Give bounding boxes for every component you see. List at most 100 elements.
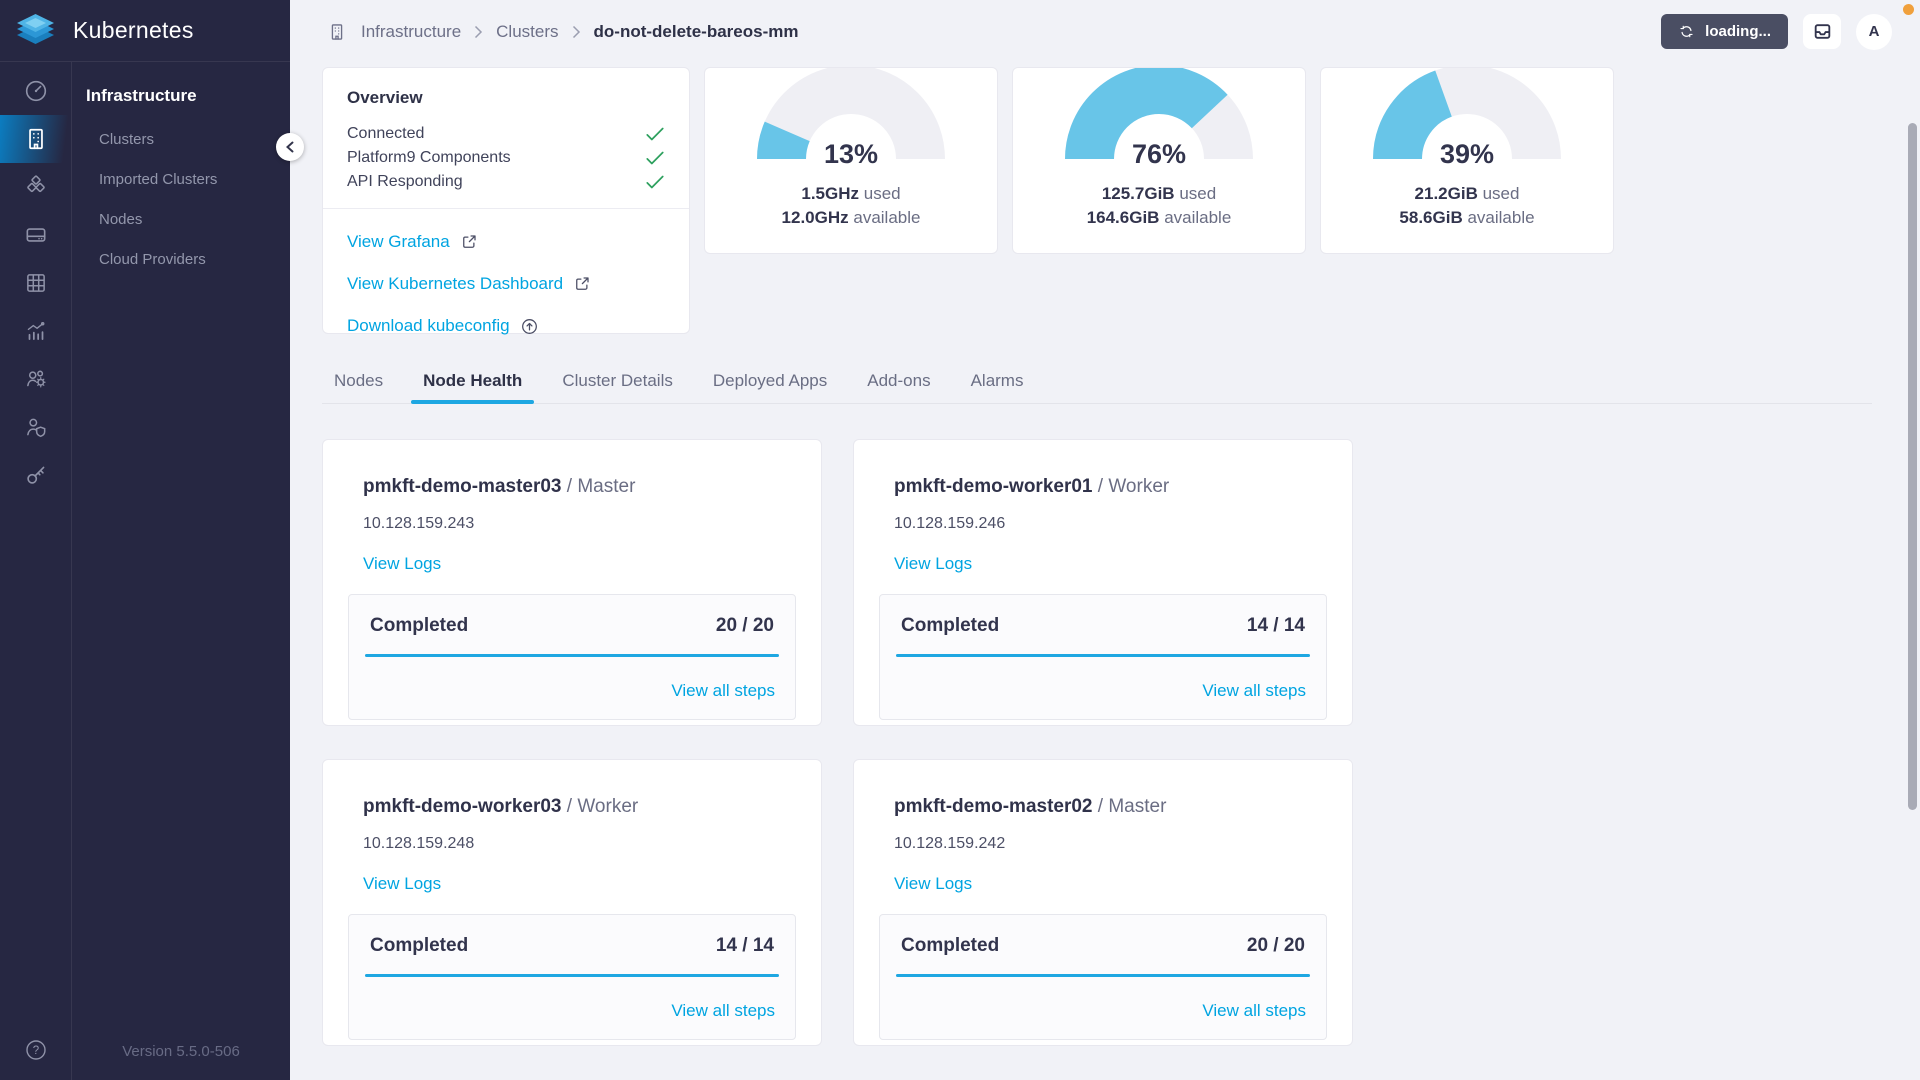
notification-dot xyxy=(1903,4,1914,15)
steps-progress-bar xyxy=(365,654,779,657)
gauge-stats: 21.2GiB used 58.6GiB available xyxy=(1321,182,1613,230)
breadcrumb-clusters[interactable]: Clusters xyxy=(496,22,558,42)
overview-check-platform9-components: Platform9 Components xyxy=(347,146,665,170)
rail-api-key-icon[interactable] xyxy=(0,451,72,499)
sidebar-collapse-button[interactable] xyxy=(276,133,304,161)
overview-check-connected: Connected xyxy=(347,122,665,146)
gauge-chart: 39% xyxy=(1372,67,1562,159)
cluster-tabs: Nodes Node Health Cluster Details Deploy… xyxy=(322,365,1872,404)
chevron-right-icon xyxy=(572,25,581,39)
view-all-steps-link[interactable]: View all steps xyxy=(896,1001,1310,1021)
vertical-scrollbar[interactable] xyxy=(1908,123,1917,810)
avatar-letter: A xyxy=(1869,23,1880,40)
node-health-grid: pmkft-demo-master03 / Master 10.128.159.… xyxy=(322,439,1872,1046)
steps-panel: Completed 14 / 14 View all steps xyxy=(879,594,1327,720)
node-ip: 10.128.159.246 xyxy=(894,515,1327,533)
tab-add-ons[interactable]: Add-ons xyxy=(855,365,942,403)
view-kubernetes-dashboard-link[interactable]: View Kubernetes Dashboard xyxy=(347,274,665,294)
inbox-button[interactable] xyxy=(1803,14,1841,49)
sidebar-item-imported-clusters[interactable]: Imported Clusters xyxy=(72,160,290,200)
user-avatar[interactable]: A xyxy=(1856,14,1892,50)
view-logs-link[interactable]: View Logs xyxy=(894,874,972,894)
external-link-icon xyxy=(460,233,478,251)
download-kubeconfig-link[interactable]: Download kubeconfig xyxy=(347,316,665,336)
breadcrumb-infrastructure[interactable]: Infrastructure xyxy=(361,22,461,42)
breadcrumb: Infrastructure Clusters do-not-delete-ba… xyxy=(327,22,798,42)
steps-count: 14 / 14 xyxy=(1247,615,1305,637)
rail-workloads-cubes-icon[interactable] xyxy=(0,163,72,211)
rail-infrastructure-building-icon[interactable] xyxy=(0,115,72,163)
loading-button[interactable]: loading... xyxy=(1661,14,1788,49)
check-icon xyxy=(645,126,665,142)
steps-count: 14 / 14 xyxy=(716,935,774,957)
node-card: pmkft-demo-worker01 / Worker 10.128.159.… xyxy=(853,439,1353,726)
help-icon[interactable]: ? xyxy=(0,1038,72,1062)
rail-storage-server-icon[interactable] xyxy=(0,211,72,259)
view-logs-link[interactable]: View Logs xyxy=(363,554,441,574)
tab-deployed-apps[interactable]: Deployed Apps xyxy=(701,365,839,403)
node-role: Worker xyxy=(1108,476,1169,497)
chevron-right-icon xyxy=(474,25,483,39)
gauge-chart: 13% xyxy=(756,67,946,159)
sidebar: Kubernetes xyxy=(0,0,290,1080)
node-role: Worker xyxy=(577,796,638,817)
steps-status: Completed xyxy=(901,935,999,957)
sidebar-menu: Infrastructure Clusters Imported Cluster… xyxy=(72,62,290,1080)
node-name: pmkft-demo-worker03 xyxy=(363,796,562,817)
view-logs-link[interactable]: View Logs xyxy=(363,874,441,894)
app-title: Kubernetes xyxy=(73,17,194,44)
node-ip: 10.128.159.243 xyxy=(363,515,796,533)
app-logo[interactable]: Kubernetes xyxy=(0,0,290,62)
tab-cluster-details[interactable]: Cluster Details xyxy=(550,365,685,403)
storage-gauge-card: 39% 21.2GiB used 58.6GiB available xyxy=(1320,67,1614,254)
rail-monitoring-chart-icon[interactable] xyxy=(0,307,72,355)
gauge-chart: 76% xyxy=(1064,67,1254,159)
gauge-stats: 1.5GHz used 12.0GHz available xyxy=(705,182,997,230)
memory-gauge-card: 76% 125.7GiB used 164.6GiB available xyxy=(1012,67,1306,254)
tab-node-health[interactable]: Node Health xyxy=(411,365,534,403)
sidebar-item-clusters[interactable]: Clusters xyxy=(72,120,290,160)
node-card: pmkft-demo-worker03 / Worker 10.128.159.… xyxy=(322,759,822,1046)
building-icon xyxy=(327,22,347,42)
sidebar-item-nodes[interactable]: Nodes xyxy=(72,200,290,240)
cpu-gauge-card: 13% 1.5GHz used 12.0GHz available xyxy=(704,67,998,254)
content-area: Overview Connected Platform9 Components … xyxy=(290,63,1920,1080)
check-label: Connected xyxy=(347,125,424,143)
steps-status: Completed xyxy=(370,615,468,637)
node-card: pmkft-demo-master02 / Master 10.128.159.… xyxy=(853,759,1353,1046)
rail-dashboard-icon[interactable] xyxy=(0,67,72,115)
node-name: pmkft-demo-worker01 xyxy=(894,476,1093,497)
breadcrumb-current-cluster: do-not-delete-bareos-mm xyxy=(594,22,799,42)
node-name: pmkft-demo-master02 xyxy=(894,796,1093,817)
node-role: Master xyxy=(1108,796,1166,817)
view-all-steps-link[interactable]: View all steps xyxy=(365,1001,779,1021)
tab-alarms[interactable]: Alarms xyxy=(959,365,1036,403)
rail-user-shield-icon[interactable] xyxy=(0,403,72,451)
overview-check-api-responding: API Responding xyxy=(347,170,665,194)
rail-apps-grid-icon[interactable] xyxy=(0,259,72,307)
view-logs-link[interactable]: View Logs xyxy=(894,554,972,574)
check-label: API Responding xyxy=(347,173,463,191)
icon-rail: ? xyxy=(0,62,72,1080)
link-label: View Grafana xyxy=(347,232,450,252)
gauge-stats: 125.7GiB used 164.6GiB available xyxy=(1013,182,1305,230)
app-version: Version 5.5.0-506 xyxy=(72,1043,290,1060)
steps-progress-bar xyxy=(365,974,779,977)
view-all-steps-link[interactable]: View all steps xyxy=(365,681,779,701)
check-icon xyxy=(645,174,665,190)
view-all-steps-link[interactable]: View all steps xyxy=(896,681,1310,701)
node-role: Master xyxy=(577,476,635,497)
steps-progress-bar xyxy=(896,974,1310,977)
steps-progress-bar xyxy=(896,654,1310,657)
sidebar-section-title: Infrastructure xyxy=(72,86,290,106)
link-label: Download kubeconfig xyxy=(347,316,510,336)
gauge-percent: 76% xyxy=(1064,139,1254,170)
view-grafana-link[interactable]: View Grafana xyxy=(347,232,665,252)
steps-panel: Completed 20 / 20 View all steps xyxy=(879,914,1327,1040)
node-ip: 10.128.159.242 xyxy=(894,835,1327,853)
check-icon xyxy=(645,150,665,166)
rail-tenants-users-gear-icon[interactable] xyxy=(0,355,72,403)
steps-count: 20 / 20 xyxy=(1247,935,1305,957)
tab-nodes[interactable]: Nodes xyxy=(322,365,395,403)
sidebar-item-cloud-providers[interactable]: Cloud Providers xyxy=(72,240,290,280)
